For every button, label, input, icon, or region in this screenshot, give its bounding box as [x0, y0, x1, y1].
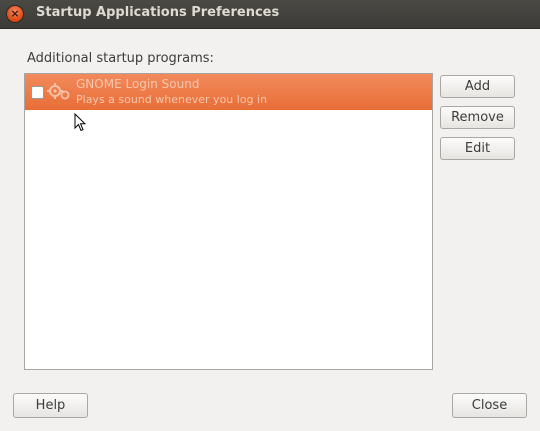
title-bar: × Startup Applications Preferences	[0, 0, 540, 29]
program-description: Plays a sound whenever you log in	[76, 93, 268, 106]
mouse-pointer-icon	[74, 113, 86, 132]
help-button[interactable]: Help	[13, 393, 88, 418]
list-item[interactable]: GNOME Login Sound Plays a sound whenever…	[25, 74, 432, 110]
edit-button[interactable]: Edit	[440, 137, 515, 160]
add-button[interactable]: Add	[440, 75, 515, 98]
window-title: Startup Applications Preferences	[36, 5, 280, 20]
close-button[interactable]: Close	[452, 393, 527, 418]
enable-checkbox[interactable]	[31, 86, 44, 99]
gears-icon	[47, 83, 70, 100]
remove-button[interactable]: Remove	[440, 106, 515, 129]
startup-programs-label: Additional startup programs:	[27, 51, 214, 66]
program-name: GNOME Login Sound	[76, 77, 200, 91]
close-icon[interactable]: ×	[7, 6, 23, 22]
